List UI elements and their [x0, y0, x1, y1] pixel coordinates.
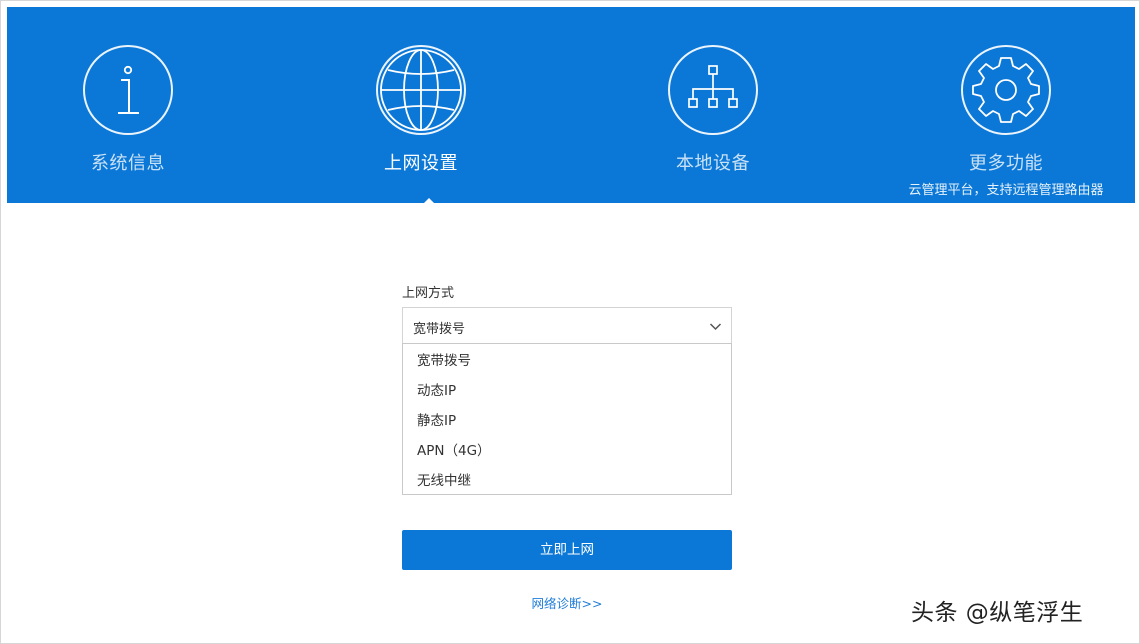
nav-more-features-label: 更多功能 [969, 153, 1043, 174]
option-dynamic-ip[interactable]: 动态IP [403, 376, 731, 406]
network-tree-icon [668, 45, 758, 135]
connection-type-select[interactable]: 宽带拨号 [402, 307, 732, 344]
watermark: 头条 @纵笔浮生 [911, 600, 1084, 626]
page-frame: 系统信息 上网设置 本地设备 更多功能 云管理平台，支持远程管理路由器 上网方式… [0, 0, 1140, 644]
chevron-down-icon [709, 323, 722, 331]
option-pppoe[interactable]: 宽带拨号 [403, 346, 731, 376]
option-apn-4g[interactable]: APN（4G） [403, 436, 731, 466]
nav-more-features-description: 云管理平台，支持远程管理路由器 [908, 183, 1104, 198]
connect-now-button[interactable]: 立即上网 [402, 530, 732, 570]
nav-system-info[interactable]: 系统信息 [8, 7, 248, 203]
connection-type-label: 上网方式 [402, 286, 455, 301]
top-nav-bar: 系统信息 上网设置 本地设备 更多功能 云管理平台，支持远程管理路由器 [7, 7, 1135, 209]
gear-icon [961, 45, 1051, 135]
network-diagnosis-link[interactable]: 网络诊断>> [402, 593, 732, 612]
nav-internet-settings[interactable]: 上网设置 [301, 7, 541, 203]
option-wireless-repeater[interactable]: 无线中继 [403, 466, 731, 496]
connection-type-dropdown: 宽带拨号 动态IP 静态IP APN（4G） 无线中继 [402, 343, 732, 495]
nav-more-features[interactable]: 更多功能 云管理平台，支持远程管理路由器 [886, 7, 1126, 203]
nav-local-devices[interactable]: 本地设备 [593, 7, 833, 203]
active-tab-indicator [418, 198, 440, 209]
connection-type-selected-value: 宽带拨号 [413, 322, 466, 337]
nav-internet-settings-label: 上网设置 [384, 153, 458, 174]
nav-local-devices-label: 本地设备 [676, 153, 750, 174]
option-static-ip[interactable]: 静态IP [403, 406, 731, 436]
nav-system-info-label: 系统信息 [91, 153, 165, 174]
globe-icon [376, 45, 466, 135]
info-icon [83, 45, 173, 135]
